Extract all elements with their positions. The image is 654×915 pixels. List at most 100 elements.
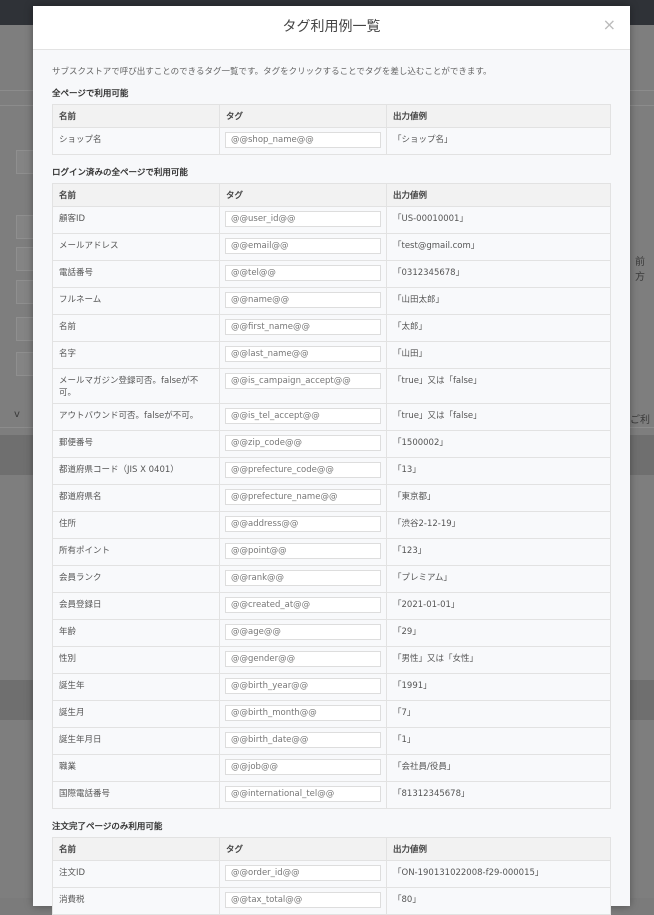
tag-input[interactable]: @@email@@ bbox=[225, 238, 381, 254]
tag-input[interactable]: @@point@@ bbox=[225, 543, 381, 559]
tag-input[interactable]: @@name@@ bbox=[225, 292, 381, 308]
tag-input[interactable]: @@is_tel_accept@@ bbox=[225, 408, 381, 424]
tag-cell: @@tel@@ bbox=[219, 260, 387, 288]
output-example: 「ON-190131022008-f29-000015」 bbox=[386, 860, 611, 888]
column-header-tag: タグ bbox=[219, 104, 387, 128]
tag-name: 名前 bbox=[52, 314, 220, 342]
section-title: 注文完了ページのみ利用可能 bbox=[52, 822, 163, 832]
column-header-name: 名前 bbox=[52, 183, 220, 207]
background-text: v bbox=[14, 409, 20, 420]
tag-cell: @@birth_date@@ bbox=[219, 727, 387, 755]
tag-name: 都道府県コード（JIS X 0401） bbox=[52, 457, 220, 485]
column-header-tag: タグ bbox=[219, 183, 387, 207]
tag-name: 会員登録日 bbox=[52, 592, 220, 620]
table-row: 性別 @@gender@@ 「男性」又は「女性」 bbox=[52, 646, 611, 674]
tag-input[interactable]: @@age@@ bbox=[225, 624, 381, 640]
tag-input[interactable]: @@user_id@@ bbox=[225, 211, 381, 227]
output-example: 「ショップ名」 bbox=[386, 127, 611, 155]
tag-input[interactable]: @@rank@@ bbox=[225, 570, 381, 586]
tag-name: ショップ名 bbox=[52, 127, 220, 155]
table-header-row: 名前 タグ 出力値例 bbox=[52, 837, 611, 861]
tag-name: 性別 bbox=[52, 646, 220, 674]
tag-input[interactable]: @@last_name@@ bbox=[225, 346, 381, 362]
tag-input[interactable]: @@address@@ bbox=[225, 516, 381, 532]
section-title: ログイン済みの全ページで利用可能 bbox=[52, 168, 188, 178]
tag-name: 誕生年 bbox=[52, 673, 220, 701]
output-example: 「US-00010001」 bbox=[386, 206, 611, 234]
tag-input[interactable]: @@is_campaign_accept@@ bbox=[225, 373, 381, 389]
output-example: 「81312345678」 bbox=[386, 781, 611, 809]
tag-input[interactable]: @@zip_code@@ bbox=[225, 435, 381, 451]
output-example: 「123」 bbox=[386, 538, 611, 566]
tag-input[interactable]: @@prefecture_name@@ bbox=[225, 489, 381, 505]
output-example: 「山田」 bbox=[386, 341, 611, 369]
tag-name: 年齢 bbox=[52, 619, 220, 647]
tag-input[interactable]: @@gender@@ bbox=[225, 651, 381, 667]
table-row: 職業 @@job@@ 「会社員/役員」 bbox=[52, 754, 611, 782]
tag-cell: @@created_at@@ bbox=[219, 592, 387, 620]
table-row: 所有ポイント @@point@@ 「123」 bbox=[52, 538, 611, 566]
tag-cell: @@is_campaign_accept@@ bbox=[219, 368, 387, 404]
table-row: 名前 @@first_name@@ 「太郎」 bbox=[52, 314, 611, 342]
tag-name: 郵便番号 bbox=[52, 430, 220, 458]
table-row: 都道府県名 @@prefecture_name@@ 「東京都」 bbox=[52, 484, 611, 512]
background-text: ご利 bbox=[630, 415, 650, 426]
background-text: 前方 bbox=[635, 257, 645, 283]
output-example: 「1」 bbox=[386, 727, 611, 755]
tag-table: 名前 タグ 出力値例 ショップ名 @@shop_name@@ 「ショップ名」 bbox=[52, 104, 611, 155]
modal-description: サブスクストアで呼び出すことのできるタグ一覧です。タグをクリックすることでタグを… bbox=[52, 67, 492, 77]
tag-cell: @@gender@@ bbox=[219, 646, 387, 674]
output-example: 「test@gmail.com」 bbox=[386, 233, 611, 261]
table-row: 会員ランク @@rank@@ 「プレミアム」 bbox=[52, 565, 611, 593]
tag-name: 国際電話番号 bbox=[52, 781, 220, 809]
tag-cell: @@tax_total@@ bbox=[219, 887, 387, 915]
output-example: 「1500002」 bbox=[386, 430, 611, 458]
column-header-tag: タグ bbox=[219, 837, 387, 861]
tag-name: 顧客ID bbox=[52, 206, 220, 234]
column-header-example: 出力値例 bbox=[386, 837, 611, 861]
tag-cell: @@shop_name@@ bbox=[219, 127, 387, 155]
output-example: 「2021-01-01」 bbox=[386, 592, 611, 620]
tag-input[interactable]: @@job@@ bbox=[225, 759, 381, 775]
tag-name: アウトバウンド可否。falseが不可。 bbox=[52, 403, 220, 431]
tag-cell: @@email@@ bbox=[219, 233, 387, 261]
output-example: 「true」又は「false」 bbox=[386, 368, 611, 404]
output-example: 「80」 bbox=[386, 887, 611, 915]
tag-cell: @@is_tel_accept@@ bbox=[219, 403, 387, 431]
tag-input[interactable]: @@tax_total@@ bbox=[225, 892, 381, 908]
table-row: フルネーム @@name@@ 「山田太郎」 bbox=[52, 287, 611, 315]
output-example: 「東京都」 bbox=[386, 484, 611, 512]
close-icon[interactable]: × bbox=[603, 15, 616, 34]
tag-input[interactable]: @@birth_year@@ bbox=[225, 678, 381, 694]
modal-header: タグ利用例一覧 × bbox=[33, 6, 630, 50]
tag-name: 消費税 bbox=[52, 887, 220, 915]
tag-name: 誕生年月日 bbox=[52, 727, 220, 755]
tag-input[interactable]: @@shop_name@@ bbox=[225, 132, 381, 148]
tag-table: 名前 タグ 出力値例 顧客ID @@user_id@@ 「US-00010001」 メールア… bbox=[52, 183, 611, 809]
output-example: 「山田太郎」 bbox=[386, 287, 611, 315]
output-example: 「会社員/役員」 bbox=[386, 754, 611, 782]
tag-input[interactable]: @@order_id@@ bbox=[225, 865, 381, 881]
tag-cell: @@order_id@@ bbox=[219, 860, 387, 888]
tag-input[interactable]: @@first_name@@ bbox=[225, 319, 381, 335]
tag-cell: @@point@@ bbox=[219, 538, 387, 566]
section-title: 全ページで利用可能 bbox=[52, 89, 129, 99]
table-row: 年齢 @@age@@ 「29」 bbox=[52, 619, 611, 647]
tag-input[interactable]: @@birth_month@@ bbox=[225, 705, 381, 721]
table-row: メールマガジン登録可否。falseが不可。 @@is_campaign_accep… bbox=[52, 368, 611, 404]
tag-input[interactable]: @@tel@@ bbox=[225, 265, 381, 281]
tag-input[interactable]: @@created_at@@ bbox=[225, 597, 381, 613]
tag-cell: @@first_name@@ bbox=[219, 314, 387, 342]
tag-input[interactable]: @@prefecture_code@@ bbox=[225, 462, 381, 478]
column-header-name: 名前 bbox=[52, 104, 220, 128]
tag-name: 職業 bbox=[52, 754, 220, 782]
tag-name: メールマガジン登録可否。falseが不可。 bbox=[52, 368, 220, 404]
table-row: 都道府県コード（JIS X 0401） @@prefecture_code@@ 「1… bbox=[52, 457, 611, 485]
table-row: 顧客ID @@user_id@@ 「US-00010001」 bbox=[52, 206, 611, 234]
tag-input[interactable]: @@birth_date@@ bbox=[225, 732, 381, 748]
table-row: 住所 @@address@@ 「渋谷2-12-19」 bbox=[52, 511, 611, 539]
tag-cell: @@age@@ bbox=[219, 619, 387, 647]
tag-cell: @@birth_year@@ bbox=[219, 673, 387, 701]
output-example: 「true」又は「false」 bbox=[386, 403, 611, 431]
tag-input[interactable]: @@international_tel@@ bbox=[225, 786, 381, 802]
